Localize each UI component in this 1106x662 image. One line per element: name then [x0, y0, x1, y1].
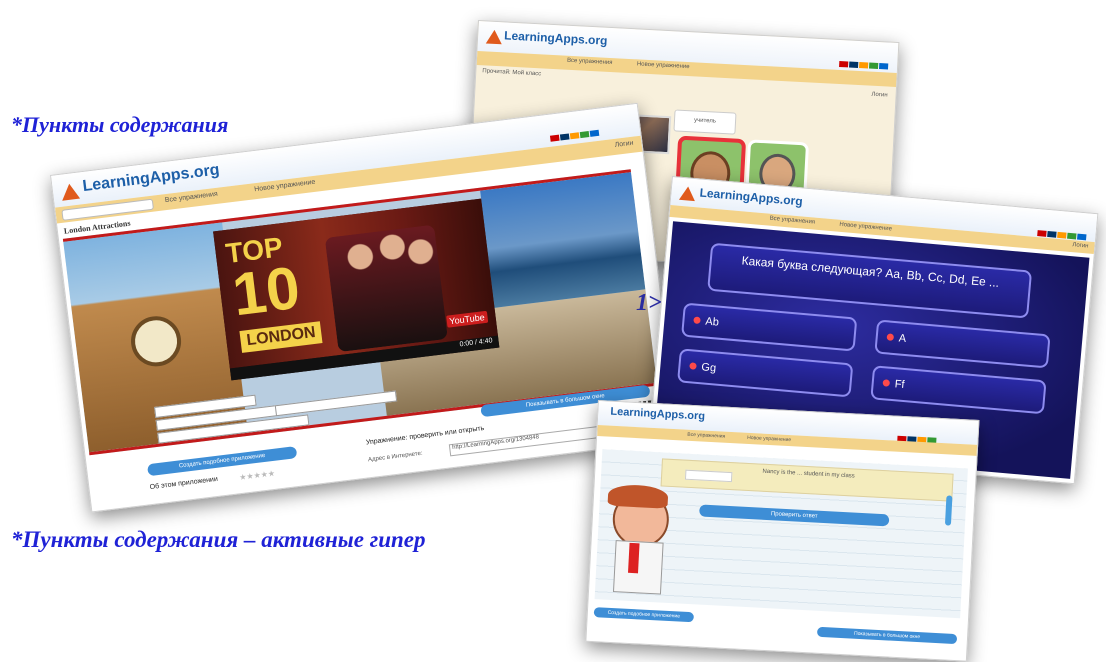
logo[interactable]: LearningApps.org [699, 186, 803, 209]
logo-icon [60, 182, 81, 201]
answer-button-2[interactable]: А [874, 319, 1051, 369]
check-answer-button[interactable]: Проверить ответ [699, 504, 890, 527]
fullscreen-button[interactable]: Показывать в большом окне [816, 626, 958, 645]
drop-field[interactable] [274, 390, 398, 417]
caption-top: *Пункты содержания [11, 112, 229, 137]
sentence-text: Nancy is the ... student in my class [762, 468, 855, 480]
nav-new-exercise[interactable]: Новое упражнение [747, 435, 791, 443]
login-link[interactable]: Логин [614, 140, 634, 149]
cartoon-boy-image [589, 483, 685, 604]
nav-all-exercises[interactable]: Все упражнения [687, 432, 725, 440]
answer-button-1[interactable]: Ab [681, 302, 858, 352]
question-text: Какая буква следующая? Aa, Bb, Cc, Dd, E… [741, 253, 1000, 290]
answer-text: Gg [700, 361, 717, 375]
answer-marker-icon [886, 333, 895, 341]
answer-marker-icon [693, 316, 701, 325]
logo-icon [485, 29, 503, 45]
rating-label: Об этом приложении [149, 475, 219, 492]
answer-marker-icon [689, 362, 697, 370]
label-card[interactable]: учитель [673, 109, 737, 135]
answer-button-4[interactable]: Ff [870, 365, 1047, 415]
screenshot-main: LearningApps.org Все упражнения Новое уп… [50, 102, 680, 513]
nav-all-exercises[interactable]: Все упражнения [769, 216, 815, 226]
page-heading: Прочитай: Мой класс [482, 68, 542, 78]
screenshot-bottom: LearningApps.org Все упражнения Новое уп… [585, 400, 980, 662]
question-box: Какая буква следующая? Aa, Bb, Cc, Dd, E… [707, 242, 1033, 319]
answer-text: А [898, 332, 907, 345]
people-figures [324, 224, 448, 353]
fountain-image [480, 172, 646, 308]
video-time: 0:00 / 4:40 [459, 337, 493, 349]
login-link[interactable]: Логин [1072, 242, 1089, 249]
rating-stars[interactable]: ★★★★★ [239, 469, 276, 482]
link-label: Адрес в Интернете: [367, 450, 423, 464]
answer-text: Ab [704, 315, 720, 329]
nav-new-exercise[interactable]: Новое упражнение [839, 222, 892, 233]
nav-all-exercises[interactable]: Все упражнения [567, 58, 613, 66]
nav-new-exercise[interactable]: Новое упражнение [637, 61, 690, 70]
answer-text: Ff [894, 378, 905, 392]
answer-marker-icon [882, 379, 891, 387]
card-label: учитель [693, 117, 717, 125]
nav-all-exercises[interactable]: Все упражнения [165, 191, 219, 204]
create-similar-button[interactable]: Создать подобное приложение [593, 607, 695, 623]
logo-icon [678, 185, 697, 202]
caption-fragment: 1> [636, 290, 662, 316]
logo[interactable]: LearningApps.org [504, 28, 608, 47]
video-number: 10 [228, 253, 304, 329]
logo[interactable]: LearningApps.org [610, 406, 705, 423]
answer-button-3[interactable]: Gg [677, 348, 854, 398]
caption-bottom: *Пункты содержания – активные гипер [11, 527, 426, 552]
app-content[interactable]: TOP 10 LONDON YouTube 0:00 / 4:40 [62, 169, 658, 456]
thermometer-icon [944, 495, 953, 526]
app-content[interactable]: Nancy is the ... student in my class Про… [594, 449, 968, 619]
login-link[interactable]: Логин [871, 92, 887, 99]
